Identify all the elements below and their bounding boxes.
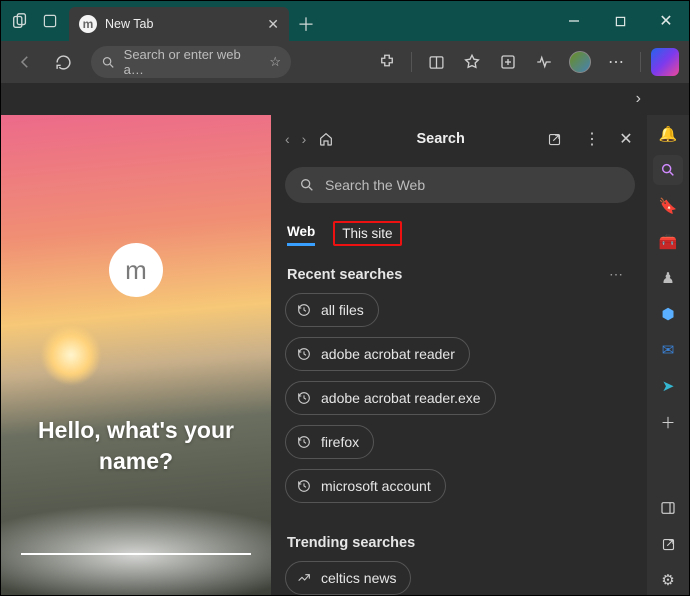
collections-icon[interactable] xyxy=(492,46,524,78)
browser-tab[interactable]: m New Tab ✕ xyxy=(69,7,289,41)
history-icon xyxy=(296,478,312,494)
search-sidepanel: ‹ › Search ⋮ ✕ Search the Web Web This s… xyxy=(271,115,647,595)
page-avatar: m xyxy=(109,243,163,297)
chip-label: adobe acrobat reader xyxy=(321,346,455,362)
new-tab-page: m Hello, what's your name? xyxy=(1,115,271,595)
workspaces-icon[interactable] xyxy=(11,12,29,30)
window-controls: ✕ xyxy=(551,1,689,41)
maximize-button[interactable] xyxy=(597,1,643,41)
panel-close-icon[interactable]: ✕ xyxy=(615,129,637,149)
history-icon xyxy=(296,434,312,450)
panel-back-icon[interactable]: ‹ xyxy=(285,131,290,147)
chip-label: all files xyxy=(321,302,364,318)
trending-searches-title: Trending searches xyxy=(287,535,415,551)
panel-title: Search xyxy=(346,131,535,147)
greeting-text: Hello, what's your name? xyxy=(1,415,271,477)
new-tab-button[interactable]: ＋ xyxy=(289,7,323,41)
background-clouds xyxy=(1,495,271,595)
rail-send-icon[interactable]: ➤ xyxy=(653,371,683,401)
tab-web[interactable]: Web xyxy=(287,224,315,246)
toolbar: Search or enter web a… ☆ ⋯ xyxy=(1,41,689,83)
tab-favicon: m xyxy=(79,15,97,33)
rail-microsoft365-icon[interactable]: ⬢ xyxy=(653,299,683,329)
recent-search-chip[interactable]: adobe acrobat reader.exe xyxy=(285,381,496,415)
trending-searches-list: celtics news xyxy=(285,561,639,595)
extensions-icon[interactable] xyxy=(371,46,403,78)
profile-avatar[interactable] xyxy=(564,46,596,78)
sidebar-rail: 🔔 🔖 🧰 ♟ ⬢ ✉ ➤ ＋ ⚙ xyxy=(647,115,689,595)
panel-home-icon[interactable] xyxy=(318,131,334,147)
content-area: m Hello, what's your name? ‹ › Search ⋮ … xyxy=(1,115,689,595)
panel-search-input[interactable]: Search the Web xyxy=(285,167,635,203)
titlebar: m New Tab ✕ ＋ ✕ xyxy=(1,1,689,41)
chip-label: celtics news xyxy=(321,570,396,586)
toolbar-right: ⋯ xyxy=(371,46,681,78)
panel-scroll[interactable]: Recent searches ⋯ all files adobe acroba… xyxy=(285,260,647,595)
rail-shopping-icon[interactable]: 🔖 xyxy=(653,191,683,221)
titlebar-left xyxy=(1,1,69,41)
recent-search-chip[interactable]: microsoft account xyxy=(285,469,446,503)
tab-actions-icon[interactable] xyxy=(41,12,59,30)
history-icon xyxy=(296,302,312,318)
health-icon[interactable] xyxy=(528,46,560,78)
omnibox-placeholder: Search or enter web a… xyxy=(124,47,262,77)
history-icon xyxy=(296,346,312,362)
recent-search-chip[interactable]: adobe acrobat reader xyxy=(285,337,470,371)
rail-settings-icon[interactable]: ⚙ xyxy=(653,565,683,595)
more-menu-icon[interactable]: ⋯ xyxy=(600,46,632,78)
split-screen-icon[interactable] xyxy=(420,46,452,78)
search-icon xyxy=(299,177,315,193)
rail-games-icon[interactable]: ♟ xyxy=(653,263,683,293)
panel-header: ‹ › Search ⋮ ✕ xyxy=(285,125,647,153)
recent-search-chip[interactable]: all files xyxy=(285,293,379,327)
rail-add-icon[interactable]: ＋ xyxy=(653,407,683,437)
tab-this-site[interactable]: This site xyxy=(333,221,401,246)
panel-tabs: Web This site xyxy=(287,221,647,246)
page-chevron-strip: › xyxy=(1,83,689,115)
trending-icon xyxy=(296,570,312,586)
recent-searches-header: Recent searches ⋯ xyxy=(287,266,629,283)
history-icon xyxy=(296,390,312,406)
rail-outlook-icon[interactable]: ✉ xyxy=(653,335,683,365)
recent-searches-title: Recent searches xyxy=(287,267,402,283)
panel-search-placeholder: Search the Web xyxy=(325,177,425,193)
recent-more-icon[interactable]: ⋯ xyxy=(609,266,629,283)
tab-close-icon[interactable]: ✕ xyxy=(267,16,279,33)
panel-more-icon[interactable]: ⋮ xyxy=(581,129,603,149)
panel-forward-icon[interactable]: › xyxy=(302,131,307,147)
separator xyxy=(411,52,412,72)
rail-search-icon[interactable] xyxy=(653,155,683,185)
background-sun xyxy=(41,325,101,385)
separator xyxy=(640,52,641,72)
trending-search-chip[interactable]: celtics news xyxy=(285,561,411,595)
open-external-icon[interactable] xyxy=(547,132,569,147)
rail-panel-icon[interactable] xyxy=(653,493,683,523)
omnibox[interactable]: Search or enter web a… ☆ xyxy=(91,46,291,78)
rail-tools-icon[interactable]: 🧰 xyxy=(653,227,683,257)
copilot-icon[interactable] xyxy=(649,46,681,78)
chip-label: microsoft account xyxy=(321,478,431,494)
close-window-button[interactable]: ✕ xyxy=(643,1,689,41)
chip-label: firefox xyxy=(321,434,359,450)
search-icon xyxy=(101,55,116,70)
recent-search-chip[interactable]: firefox xyxy=(285,425,374,459)
minimize-button[interactable] xyxy=(551,1,597,41)
refresh-button[interactable] xyxy=(47,46,79,78)
back-button[interactable] xyxy=(9,46,41,78)
name-input-underline[interactable] xyxy=(21,553,251,555)
trending-searches-header: Trending searches xyxy=(287,535,629,551)
browser-window: m New Tab ✕ ＋ ✕ Search or enter web a… ☆ xyxy=(0,0,690,596)
chevron-right-icon[interactable]: › xyxy=(636,90,641,108)
rail-external-icon[interactable] xyxy=(653,529,683,559)
chip-label: adobe acrobat reader.exe xyxy=(321,390,481,406)
favorites-icon[interactable] xyxy=(456,46,488,78)
rail-bell-icon[interactable]: 🔔 xyxy=(653,119,683,149)
recent-searches-list: all files adobe acrobat reader adobe acr… xyxy=(285,293,639,513)
tab-title: New Tab xyxy=(105,17,153,31)
favorite-icon[interactable]: ☆ xyxy=(269,54,281,70)
